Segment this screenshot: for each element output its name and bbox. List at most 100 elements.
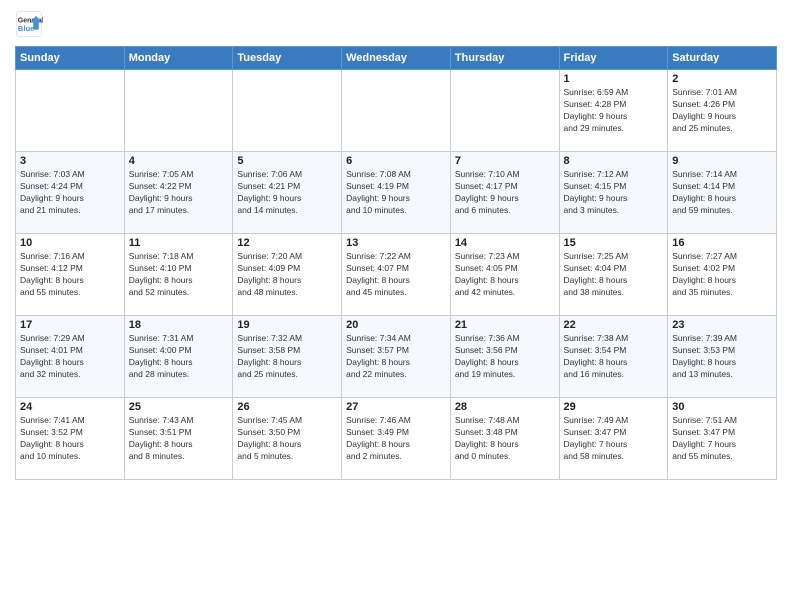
calendar-cell: 18 Sunrise: 7:31 AM Sunset: 4:00 PM Dayli…	[124, 316, 233, 398]
calendar-cell	[16, 70, 125, 152]
calendar-cell: 22 Sunrise: 7:38 AM Sunset: 3:54 PM Dayli…	[559, 316, 668, 398]
day-number: 18	[129, 319, 229, 331]
calendar-table: SundayMondayTuesdayWednesdayThursdayFrid…	[15, 46, 777, 480]
day-number: 22	[564, 319, 664, 331]
calendar-cell: 27 Sunrise: 7:46 AM Sunset: 3:49 PM Dayli…	[342, 398, 451, 480]
calendar-cell: 17Sunrise: 7:29 AM Sunset: 4:01 PM Dayli…	[16, 316, 125, 398]
week-row-2: 3Sunrise: 7:03 AM Sunset: 4:24 PM Daylig…	[16, 152, 777, 234]
day-number: 26	[237, 401, 337, 413]
day-number: 12	[237, 237, 337, 249]
day-number: 25	[129, 401, 229, 413]
day-number: 9	[672, 155, 772, 167]
day-number: 15	[564, 237, 664, 249]
day-info: Sunrise: 7:49 AM Sunset: 3:47 PM Dayligh…	[564, 415, 664, 463]
day-info: Sunrise: 6:59 AM Sunset: 4:28 PM Dayligh…	[564, 87, 664, 135]
calendar-cell: 8 Sunrise: 7:12 AM Sunset: 4:15 PM Daylig…	[559, 152, 668, 234]
svg-text:Blue: Blue	[18, 24, 35, 33]
day-info: Sunrise: 7:48 AM Sunset: 3:48 PM Dayligh…	[455, 415, 555, 463]
calendar-cell: 21 Sunrise: 7:36 AM Sunset: 3:56 PM Dayli…	[450, 316, 559, 398]
calendar-cell	[233, 70, 342, 152]
day-number: 5	[237, 155, 337, 167]
day-info: Sunrise: 7:45 AM Sunset: 3:50 PM Dayligh…	[237, 415, 337, 463]
day-info: Sunrise: 7:05 AM Sunset: 4:22 PM Dayligh…	[129, 169, 229, 217]
day-info: Sunrise: 7:22 AM Sunset: 4:07 PM Dayligh…	[346, 251, 446, 299]
calendar-cell: 23 Sunrise: 7:39 AM Sunset: 3:53 PM Dayli…	[668, 316, 777, 398]
day-number: 10	[20, 237, 120, 249]
day-info: Sunrise: 7:20 AM Sunset: 4:09 PM Dayligh…	[237, 251, 337, 299]
day-info: Sunrise: 7:12 AM Sunset: 4:15 PM Dayligh…	[564, 169, 664, 217]
day-number: 16	[672, 237, 772, 249]
day-info: Sunrise: 7:38 AM Sunset: 3:54 PM Dayligh…	[564, 333, 664, 381]
calendar-cell: 2Sunrise: 7:01 AM Sunset: 4:26 PM Daylig…	[668, 70, 777, 152]
day-number: 20	[346, 319, 446, 331]
calendar-cell: 19 Sunrise: 7:32 AM Sunset: 3:58 PM Dayli…	[233, 316, 342, 398]
day-info: Sunrise: 7:01 AM Sunset: 4:26 PM Dayligh…	[672, 87, 772, 135]
weekday-tuesday: Tuesday	[233, 47, 342, 70]
week-row-4: 17Sunrise: 7:29 AM Sunset: 4:01 PM Dayli…	[16, 316, 777, 398]
day-info: Sunrise: 7:29 AM Sunset: 4:01 PM Dayligh…	[20, 333, 120, 381]
day-info: Sunrise: 7:14 AM Sunset: 4:14 PM Dayligh…	[672, 169, 772, 217]
calendar-cell: 3Sunrise: 7:03 AM Sunset: 4:24 PM Daylig…	[16, 152, 125, 234]
day-info: Sunrise: 7:41 AM Sunset: 3:52 PM Dayligh…	[20, 415, 120, 463]
weekday-friday: Friday	[559, 47, 668, 70]
calendar-cell: 11 Sunrise: 7:18 AM Sunset: 4:10 PM Dayli…	[124, 234, 233, 316]
week-row-1: 1 Sunrise: 6:59 AM Sunset: 4:28 PM Daylig…	[16, 70, 777, 152]
weekday-thursday: Thursday	[450, 47, 559, 70]
day-info: Sunrise: 7:32 AM Sunset: 3:58 PM Dayligh…	[237, 333, 337, 381]
week-row-3: 10 Sunrise: 7:16 AM Sunset: 4:12 PM Dayli…	[16, 234, 777, 316]
logo: General Blue	[15, 10, 47, 38]
day-number: 6	[346, 155, 446, 167]
day-number: 19	[237, 319, 337, 331]
day-info: Sunrise: 7:16 AM Sunset: 4:12 PM Dayligh…	[20, 251, 120, 299]
calendar-cell: 6 Sunrise: 7:08 AM Sunset: 4:19 PM Daylig…	[342, 152, 451, 234]
day-info: Sunrise: 7:18 AM Sunset: 4:10 PM Dayligh…	[129, 251, 229, 299]
day-info: Sunrise: 7:39 AM Sunset: 3:53 PM Dayligh…	[672, 333, 772, 381]
calendar-cell	[450, 70, 559, 152]
calendar-cell	[342, 70, 451, 152]
calendar-cell	[124, 70, 233, 152]
day-info: Sunrise: 7:36 AM Sunset: 3:56 PM Dayligh…	[455, 333, 555, 381]
calendar-cell: 24 Sunrise: 7:41 AM Sunset: 3:52 PM Dayli…	[16, 398, 125, 480]
week-row-5: 24 Sunrise: 7:41 AM Sunset: 3:52 PM Dayli…	[16, 398, 777, 480]
calendar-cell: 7Sunrise: 7:10 AM Sunset: 4:17 PM Daylig…	[450, 152, 559, 234]
calendar-cell: 9 Sunrise: 7:14 AM Sunset: 4:14 PM Daylig…	[668, 152, 777, 234]
calendar-cell: 26 Sunrise: 7:45 AM Sunset: 3:50 PM Dayli…	[233, 398, 342, 480]
day-number: 11	[129, 237, 229, 249]
day-number: 1	[564, 73, 664, 85]
day-number: 8	[564, 155, 664, 167]
day-info: Sunrise: 7:31 AM Sunset: 4:00 PM Dayligh…	[129, 333, 229, 381]
weekday-saturday: Saturday	[668, 47, 777, 70]
calendar-cell: 4Sunrise: 7:05 AM Sunset: 4:22 PM Daylig…	[124, 152, 233, 234]
day-number: 3	[20, 155, 120, 167]
day-info: Sunrise: 7:43 AM Sunset: 3:51 PM Dayligh…	[129, 415, 229, 463]
day-info: Sunrise: 7:51 AM Sunset: 3:47 PM Dayligh…	[672, 415, 772, 463]
day-number: 24	[20, 401, 120, 413]
day-number: 13	[346, 237, 446, 249]
day-info: Sunrise: 7:34 AM Sunset: 3:57 PM Dayligh…	[346, 333, 446, 381]
day-info: Sunrise: 7:27 AM Sunset: 4:02 PM Dayligh…	[672, 251, 772, 299]
day-info: Sunrise: 7:06 AM Sunset: 4:21 PM Dayligh…	[237, 169, 337, 217]
calendar-cell: 13 Sunrise: 7:22 AM Sunset: 4:07 PM Dayli…	[342, 234, 451, 316]
calendar-cell: 12 Sunrise: 7:20 AM Sunset: 4:09 PM Dayli…	[233, 234, 342, 316]
calendar-cell: 14Sunrise: 7:23 AM Sunset: 4:05 PM Dayli…	[450, 234, 559, 316]
calendar-cell: 5 Sunrise: 7:06 AM Sunset: 4:21 PM Daylig…	[233, 152, 342, 234]
calendar-cell: 15 Sunrise: 7:25 AM Sunset: 4:04 PM Dayli…	[559, 234, 668, 316]
day-number: 7	[455, 155, 555, 167]
calendar-cell: 1 Sunrise: 6:59 AM Sunset: 4:28 PM Daylig…	[559, 70, 668, 152]
day-info: Sunrise: 7:25 AM Sunset: 4:04 PM Dayligh…	[564, 251, 664, 299]
calendar-cell: 30 Sunrise: 7:51 AM Sunset: 3:47 PM Dayli…	[668, 398, 777, 480]
calendar-cell: 29Sunrise: 7:49 AM Sunset: 3:47 PM Dayli…	[559, 398, 668, 480]
weekday-wednesday: Wednesday	[342, 47, 451, 70]
weekday-sunday: Sunday	[16, 47, 125, 70]
day-number: 28	[455, 401, 555, 413]
day-info: Sunrise: 7:08 AM Sunset: 4:19 PM Dayligh…	[346, 169, 446, 217]
weekday-header-row: SundayMondayTuesdayWednesdayThursdayFrid…	[16, 47, 777, 70]
day-number: 30	[672, 401, 772, 413]
day-number: 27	[346, 401, 446, 413]
day-info: Sunrise: 7:23 AM Sunset: 4:05 PM Dayligh…	[455, 251, 555, 299]
calendar-cell: 25 Sunrise: 7:43 AM Sunset: 3:51 PM Dayli…	[124, 398, 233, 480]
day-number: 23	[672, 319, 772, 331]
day-number: 21	[455, 319, 555, 331]
calendar-cell: 28 Sunrise: 7:48 AM Sunset: 3:48 PM Dayli…	[450, 398, 559, 480]
day-info: Sunrise: 7:46 AM Sunset: 3:49 PM Dayligh…	[346, 415, 446, 463]
